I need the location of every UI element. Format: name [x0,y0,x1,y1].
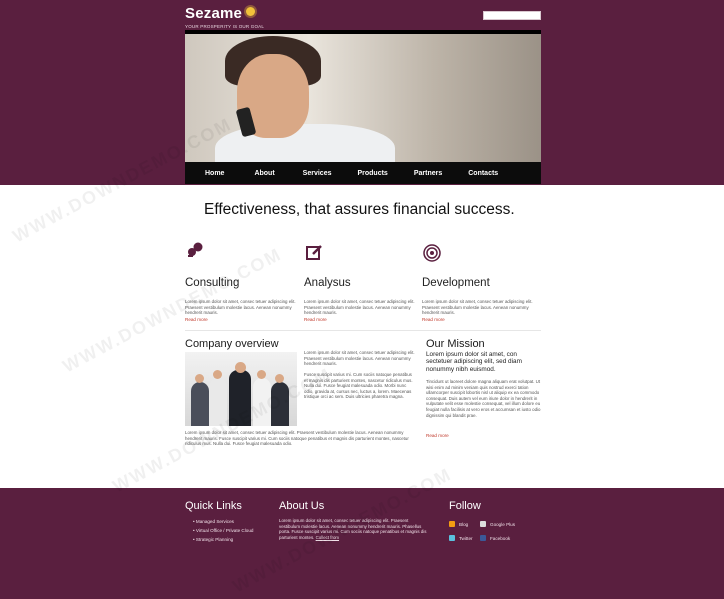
team-member [191,382,209,426]
follow-blog[interactable]: Blog [449,521,468,527]
team-member-head [195,374,204,383]
mission-text: Tincidunt ut laoreet dolore magna aliqua… [426,379,541,418]
service-text-analysus: Lorem ipsum dolor sit amet, consec tetue… [304,299,415,316]
follow-facebook[interactable]: Facebook [480,535,510,541]
readmore-development[interactable]: Read more [422,317,445,322]
page-headline: Effectiveness, that assures financial su… [204,201,515,218]
readmore-mission[interactable]: Read more [426,433,449,438]
target-icon [423,244,441,262]
follow-label: Twitter [459,536,473,541]
service-title-development: Development [422,277,490,289]
follow-label: Blog [459,522,469,527]
google-plus-icon [480,521,486,527]
nav-item-services[interactable]: Services [303,170,332,177]
footer [0,488,724,599]
brand-tagline: YOUR PROSPERITY IS OUR GOAL [185,24,265,29]
quick-link-managed-services[interactable]: • Managed Services [193,519,234,524]
hero-image [185,30,541,166]
company-overview-title: Company overview [185,338,279,350]
follow-twitter[interactable]: Twitter [449,535,473,541]
logo[interactable]: Sezame YOUR PROSPERITY IS OUR GOAL [185,5,264,29]
nav-item-products[interactable]: Products [357,170,387,177]
quick-link-strategic-planning[interactable]: • Strategic Planning [193,537,233,542]
team-member-head [275,374,284,383]
twitter-icon [449,535,455,541]
nav-item-partners[interactable]: Partners [414,170,442,177]
mission-lead: Lorem ipsum dolor sit amet, con sectetue… [426,351,522,373]
readmore-analysus[interactable]: Read more [304,317,327,322]
service-text-development: Lorem ipsum dolor sit amet, consec tetue… [422,299,533,316]
follow-google-plus[interactable]: Google Plus [480,521,515,527]
company-text-right: Lorem ipsum dolor sit amet, consec tetue… [304,350,415,367]
team-member-head [257,370,266,379]
follow-label: Facebook [490,536,511,541]
team-member-head [235,362,246,373]
section-divider [185,330,541,331]
sun-icon [246,7,256,16]
search-input[interactable] [483,11,541,20]
quick-links-title: Quick Links [185,500,242,512]
nav-item-contacts[interactable]: Contacts [468,170,498,177]
quick-link-label: Strategic Planning [195,537,234,542]
follow-label: Google Plus [490,522,516,527]
quick-link-label: Virtual Office / Private Cloud [195,528,254,533]
readmore-consulting[interactable]: Read more [185,317,208,322]
main-nav: Home About Services Products Partners Co… [185,162,541,184]
service-title-analysus: Analysus [304,277,351,289]
about-us-title: About Us [279,500,325,512]
brand-name: Sezame [185,5,243,22]
quick-link-label: Managed Services [195,519,234,524]
chat-bubbles-icon [188,242,203,257]
nav-item-about[interactable]: About [254,170,274,177]
mission-title: Our Mission [426,338,485,350]
edit-icon [306,245,322,260]
follow-title: Follow [449,500,481,512]
rss-icon [449,521,455,527]
team-member-head [213,370,222,379]
quick-link-virtual-office[interactable]: • Virtual Office / Private Cloud [193,528,253,533]
nav-item-home[interactable]: Home [205,170,224,177]
facebook-icon [480,535,486,541]
